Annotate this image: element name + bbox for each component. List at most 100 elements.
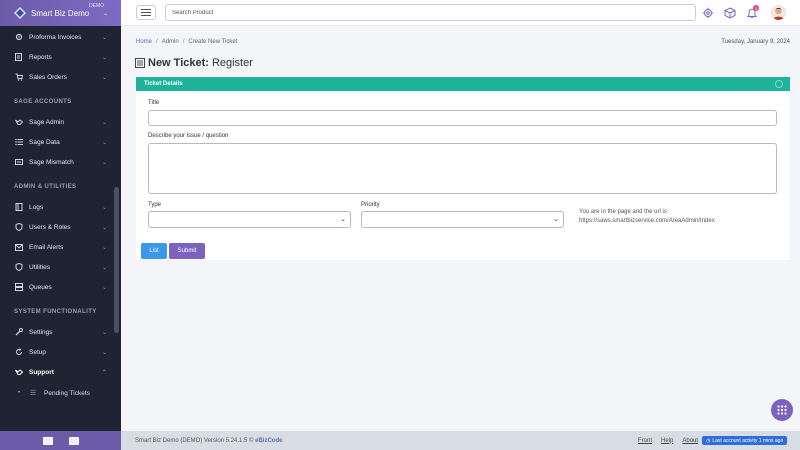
sidebar-item-label: Setup [29, 348, 46, 356]
sidebar-footer [0, 431, 121, 450]
sidebar-item-email-alerts[interactable]: Email Alerts ⌄ [0, 237, 121, 257]
sidebar-item-utilities[interactable]: Utilities ⌄ [0, 257, 121, 277]
mail-icon [14, 243, 23, 252]
sidebar-item-label: Sage Mismatch [29, 158, 74, 166]
page-title: New Ticket: Register [135, 57, 253, 69]
page-url-info-line: You are in the page and the url is [579, 209, 667, 215]
section-admin-utilities: ADMIN & UTILITIES [14, 184, 77, 190]
brand-logo-icon [14, 7, 26, 19]
grid-icon [777, 405, 787, 415]
handshake-icon [14, 118, 23, 127]
chevron-down-icon: ⌄ [101, 264, 107, 271]
list-icon: ☰ [30, 390, 37, 397]
sidebar-item-sage-data[interactable]: Sage Data ⌄ [0, 132, 121, 152]
menu-toggle-button[interactable] [136, 5, 156, 20]
bullet-icon: • [18, 390, 21, 396]
current-date: Tuesday, January 9, 2024 [721, 39, 790, 45]
sidebar-item-reports[interactable]: Reports ⌄ [0, 47, 121, 67]
type-label: Type [148, 202, 162, 208]
gear-icon [14, 33, 23, 42]
sidebar-item-sage-mismatch[interactable]: Sage Mismatch ⌄ [0, 152, 121, 172]
chevron-down-icon: ⌄ [553, 216, 559, 223]
sidebar-item-label: Sales Orders [29, 73, 67, 81]
monitor-icon[interactable] [42, 436, 53, 445]
brand-name: Smart Biz Demo [31, 8, 90, 18]
notification-badge: 3 [753, 5, 759, 11]
breadcrumb-admin[interactable]: Admin [162, 39, 179, 45]
mail-icon[interactable] [68, 436, 79, 445]
describe-label: Describe your issue / question [148, 133, 229, 139]
breadcrumb-current: Create New Ticket [188, 39, 238, 45]
chevron-down-icon: ⌄ [101, 284, 107, 291]
user-photo-icon [771, 5, 786, 20]
sidebar: Smart Biz Demo DEMO ⌄ Proforma Invoices … [0, 0, 121, 450]
section-sage-accounts: SAGE ACCOUNTS [14, 99, 72, 105]
shield-icon [14, 263, 23, 272]
vendor-link[interactable]: eBizCode [255, 438, 282, 444]
sidebar-item-sales-orders[interactable]: Sales Orders ⌄ [0, 67, 121, 87]
list-button[interactable]: List [141, 243, 167, 259]
sidebar-item-label: Queues [29, 283, 52, 291]
card-header: Ticket Details [136, 77, 790, 91]
file-icon [14, 53, 23, 62]
apps-menu-button[interactable] [771, 399, 793, 421]
chevron-down-icon: ⌄ [101, 159, 107, 166]
clock-icon: ◷ [706, 437, 711, 444]
priority-label: Priority [361, 202, 380, 208]
type-select[interactable]: ⌄ [148, 211, 351, 228]
footer-link-help[interactable]: Help [661, 438, 673, 444]
sidebar-scrollbar[interactable] [114, 187, 119, 333]
card-options-icon[interactable] [775, 80, 783, 88]
chevron-down-icon[interactable]: ⌄ [103, 10, 108, 17]
sidebar-item-settings[interactable]: Settings ⌄ [0, 322, 121, 342]
priority-select[interactable]: ⌄ [361, 211, 564, 228]
chevron-down-icon: ⌄ [101, 224, 107, 231]
exchange-icon [14, 158, 23, 167]
chevron-down-icon: ⌄ [101, 349, 107, 356]
footer-link-about[interactable]: About [682, 438, 698, 444]
gear-icon[interactable] [702, 7, 714, 19]
sidebar-item-label: Sage Admin [29, 118, 65, 126]
sidebar-item-label: Settings [29, 328, 53, 336]
sidebar-item-label: Users & Roles [29, 223, 71, 231]
cube-icon[interactable] [724, 7, 736, 19]
sidebar-subitem-pending-tickets[interactable]: • ☰ Pending Tickets [0, 382, 121, 404]
avatar[interactable] [771, 5, 786, 20]
sidebar-item-label: Reports [29, 53, 52, 61]
wrench-icon [14, 328, 23, 337]
page-url-info: You are in the page and the url is https… [579, 208, 715, 226]
sidebar-item-support[interactable]: Support ⌃ [0, 362, 121, 382]
refresh-icon [14, 348, 23, 357]
footer-links: Front Help About [638, 438, 698, 444]
sidebar-item-queues[interactable]: Queues ⌄ [0, 277, 121, 297]
breadcrumb: Home / Admin / Create New Ticket [136, 39, 237, 45]
sidebar-item-proforma-invoices[interactable]: Proforma Invoices ⌄ [0, 27, 121, 47]
chevron-down-icon: ⌄ [101, 119, 107, 126]
card-header-title: Ticket Details [144, 81, 183, 87]
breadcrumb-separator: / [182, 39, 185, 45]
search-input[interactable] [165, 4, 696, 21]
sidebar-item-label: Email Alerts [29, 243, 64, 251]
brand-tag: DEMO [89, 3, 104, 9]
sidebar-item-setup[interactable]: Setup ⌄ [0, 342, 121, 362]
sidebar-item-label: Utilities [29, 263, 50, 271]
title-label: Title [148, 100, 160, 106]
brand-bar[interactable]: Smart Biz Demo DEMO ⌄ [0, 0, 121, 26]
description-textarea[interactable] [148, 143, 777, 194]
version-text: Smart Biz Demo (DEMO) Version 5.24.1.5 ©… [135, 438, 282, 444]
topbar: 3 [121, 0, 800, 26]
sidebar-item-users-roles[interactable]: Users & Roles ⌄ [0, 217, 121, 237]
title-input[interactable] [148, 110, 777, 126]
sidebar-item-label: Proforma Invoices [29, 33, 82, 41]
version-label: Smart Biz Demo (DEMO) Version 5.24.1.5 © [135, 437, 254, 444]
page-title-rest: Register [211, 57, 253, 69]
chevron-down-icon: ⌄ [101, 204, 107, 211]
footer-link-front[interactable]: Front [638, 438, 652, 444]
breadcrumb-home[interactable]: Home [136, 39, 152, 45]
page-title-strong: New Ticket: [148, 57, 209, 69]
chevron-down-icon: ⌄ [340, 216, 346, 223]
submit-button[interactable]: Submit [169, 243, 205, 259]
sidebar-item-sage-admin[interactable]: Sage Admin ⌄ [0, 112, 121, 132]
cart-icon [14, 73, 23, 82]
sidebar-item-logs[interactable]: Logs ⌄ [0, 197, 121, 217]
